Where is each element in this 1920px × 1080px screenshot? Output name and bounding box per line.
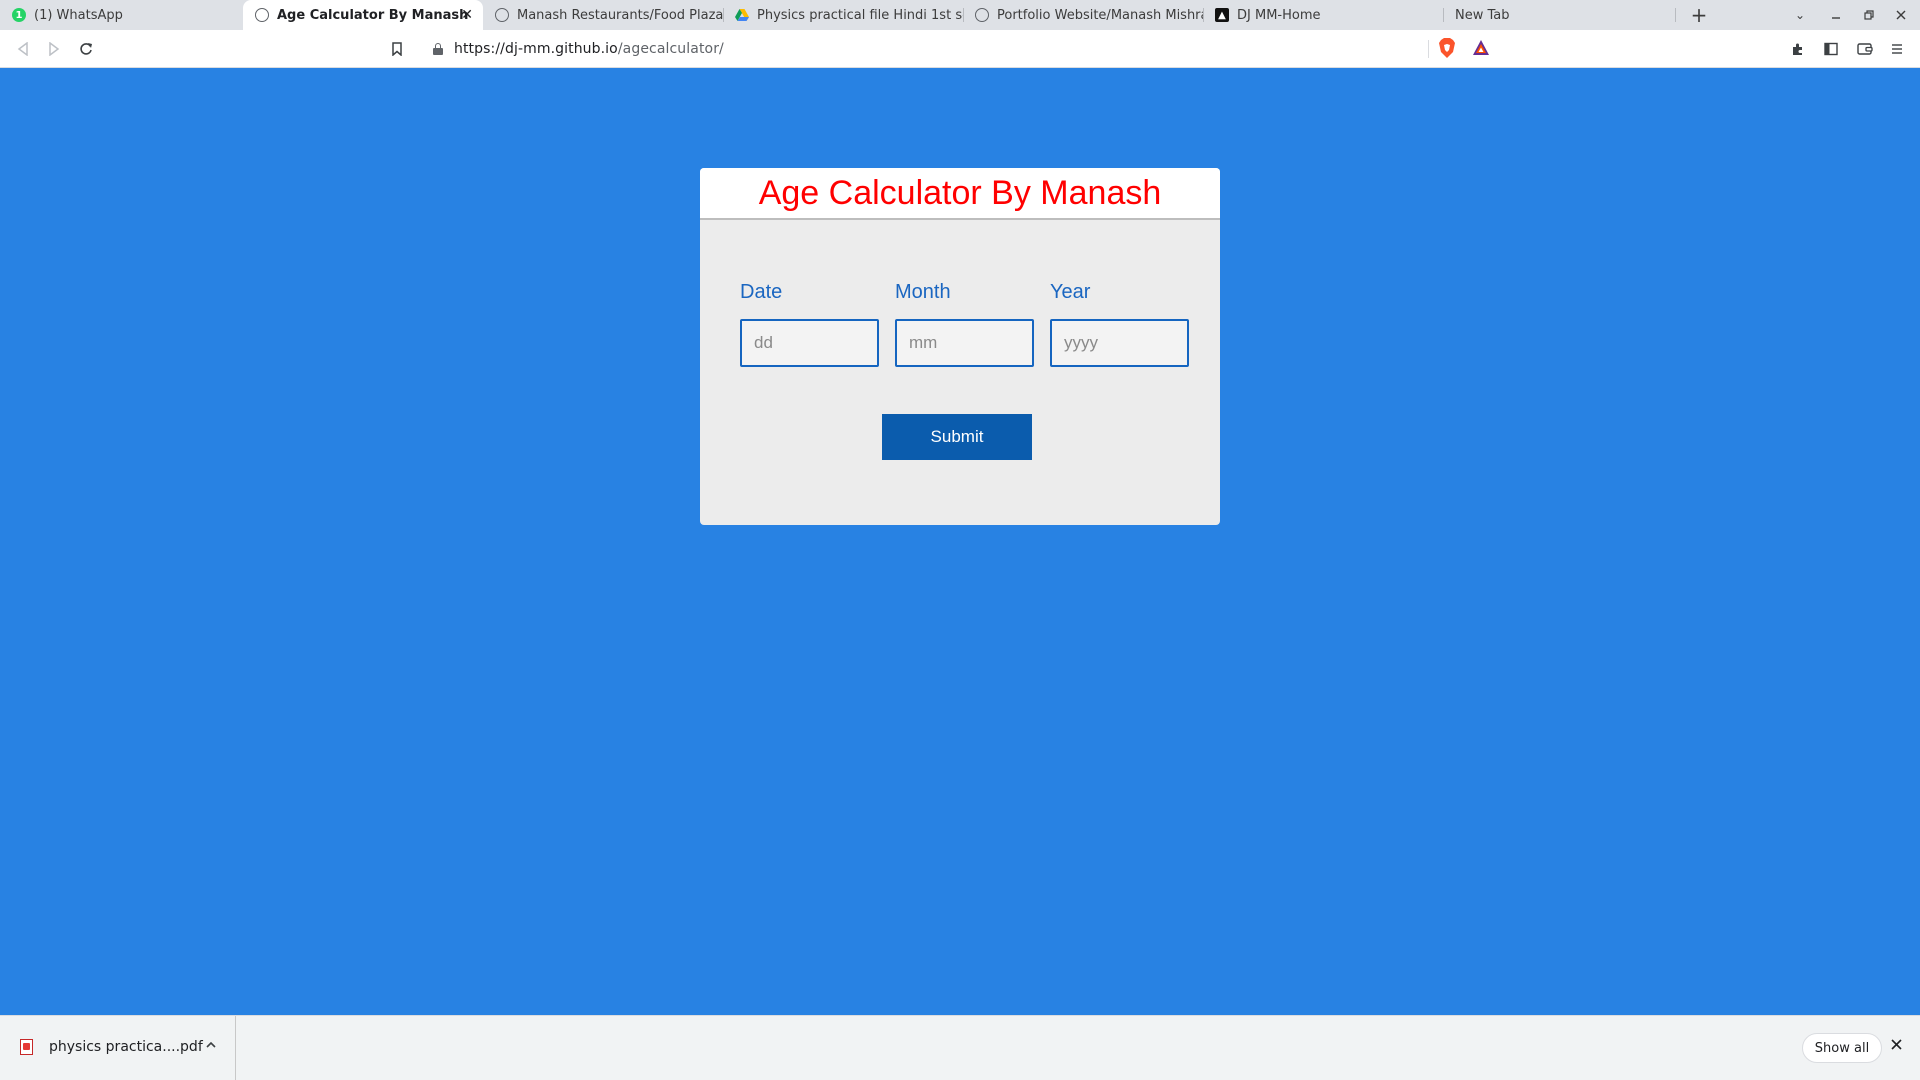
dj-mm-icon: ▲ bbox=[1215, 8, 1229, 22]
restore-button[interactable] bbox=[1858, 4, 1880, 26]
url-host: https://dj-mm.github.io bbox=[454, 41, 618, 57]
window-close-button[interactable] bbox=[1890, 4, 1912, 26]
url-path: /agecalculator/ bbox=[617, 41, 724, 57]
browser-toolbar: https://dj-mm.github.io/agecalculator/ bbox=[0, 30, 1920, 68]
tab-portfolio[interactable]: Portfolio Website/Manash Mishra bbox=[963, 0, 1203, 30]
tab-title: Portfolio Website/Manash Mishra bbox=[997, 7, 1203, 23]
month-input[interactable] bbox=[895, 319, 1034, 367]
wallet-icon[interactable] bbox=[1854, 38, 1876, 60]
download-shelf: physics practica....pdf Show all bbox=[0, 1015, 1920, 1080]
minimize-button[interactable] bbox=[1825, 4, 1847, 26]
tab-physics-file[interactable]: Physics practical file Hindi 1st sem bbox=[723, 0, 963, 30]
tab-title: Manash Restaurants/Food Plaza bbox=[517, 7, 723, 23]
tab-divider bbox=[1675, 8, 1676, 22]
age-calculator-card: Age Calculator By Manash Date Month Year… bbox=[700, 168, 1220, 525]
globe-icon bbox=[495, 8, 509, 22]
year-label: Year bbox=[1050, 281, 1091, 303]
tab-title: DJ MM-Home bbox=[1237, 7, 1321, 23]
reload-button[interactable] bbox=[75, 38, 97, 60]
forward-button[interactable] bbox=[43, 38, 65, 60]
close-icon[interactable] bbox=[1891, 1035, 1902, 1054]
google-drive-icon bbox=[735, 8, 749, 22]
lock-icon[interactable] bbox=[432, 43, 444, 55]
tab-dj-mm-home[interactable]: ▲ DJ MM-Home bbox=[1203, 0, 1443, 30]
chevron-up-icon[interactable] bbox=[206, 1037, 216, 1053]
page-content: Age Calculator By Manash Date Month Year… bbox=[0, 68, 1920, 1015]
tab-search-chevron-icon[interactable]: ⌄ bbox=[1789, 4, 1811, 26]
tab-restaurants[interactable]: Manash Restaurants/Food Plaza bbox=[483, 0, 723, 30]
url-text[interactable]: https://dj-mm.github.io/agecalculator/ bbox=[454, 41, 724, 57]
card-header: Age Calculator By Manash bbox=[700, 168, 1220, 220]
month-label: Month bbox=[895, 281, 951, 303]
menu-icon[interactable] bbox=[1886, 38, 1908, 60]
bookmark-button[interactable] bbox=[386, 38, 408, 60]
tab-new-tab[interactable]: New Tab bbox=[1443, 0, 1683, 30]
tab-title: New Tab bbox=[1455, 7, 1510, 23]
globe-icon bbox=[255, 8, 269, 22]
tab-title: Physics practical file Hindi 1st sem bbox=[757, 7, 963, 23]
submit-button[interactable]: Submit bbox=[882, 414, 1032, 460]
brave-shields-icon[interactable] bbox=[1438, 38, 1456, 58]
date-input[interactable] bbox=[740, 319, 879, 367]
back-button[interactable] bbox=[12, 38, 34, 60]
whatsapp-icon: 1 bbox=[12, 8, 26, 22]
address-bar[interactable]: https://dj-mm.github.io/agecalculator/ bbox=[420, 34, 1500, 64]
sidebar-icon[interactable] bbox=[1820, 38, 1842, 60]
new-tab-button[interactable]: + bbox=[1688, 3, 1710, 27]
download-item[interactable]: physics practica....pdf bbox=[0, 1016, 236, 1080]
globe-icon bbox=[975, 8, 989, 22]
tab-title: (1) WhatsApp bbox=[34, 7, 123, 23]
extensions-icon[interactable] bbox=[1787, 38, 1809, 60]
tab-strip: 1 (1) WhatsApp Age Calculator By Manash … bbox=[0, 0, 1920, 30]
close-icon[interactable]: ✕ bbox=[461, 7, 473, 23]
tab-title: Age Calculator By Manash bbox=[277, 7, 469, 23]
download-file-name: physics practica....pdf bbox=[49, 1039, 203, 1055]
date-label: Date bbox=[740, 281, 783, 303]
tab-age-calculator[interactable]: Age Calculator By Manash ✕ bbox=[243, 0, 483, 30]
brave-rewards-icon[interactable] bbox=[1472, 39, 1490, 57]
pdf-icon bbox=[20, 1039, 33, 1055]
show-all-button[interactable]: Show all bbox=[1802, 1033, 1882, 1063]
tab-whatsapp[interactable]: 1 (1) WhatsApp bbox=[0, 0, 243, 30]
omnibox-divider bbox=[1428, 40, 1429, 58]
page-title: Age Calculator By Manash bbox=[758, 173, 1162, 212]
year-input[interactable] bbox=[1050, 319, 1189, 367]
